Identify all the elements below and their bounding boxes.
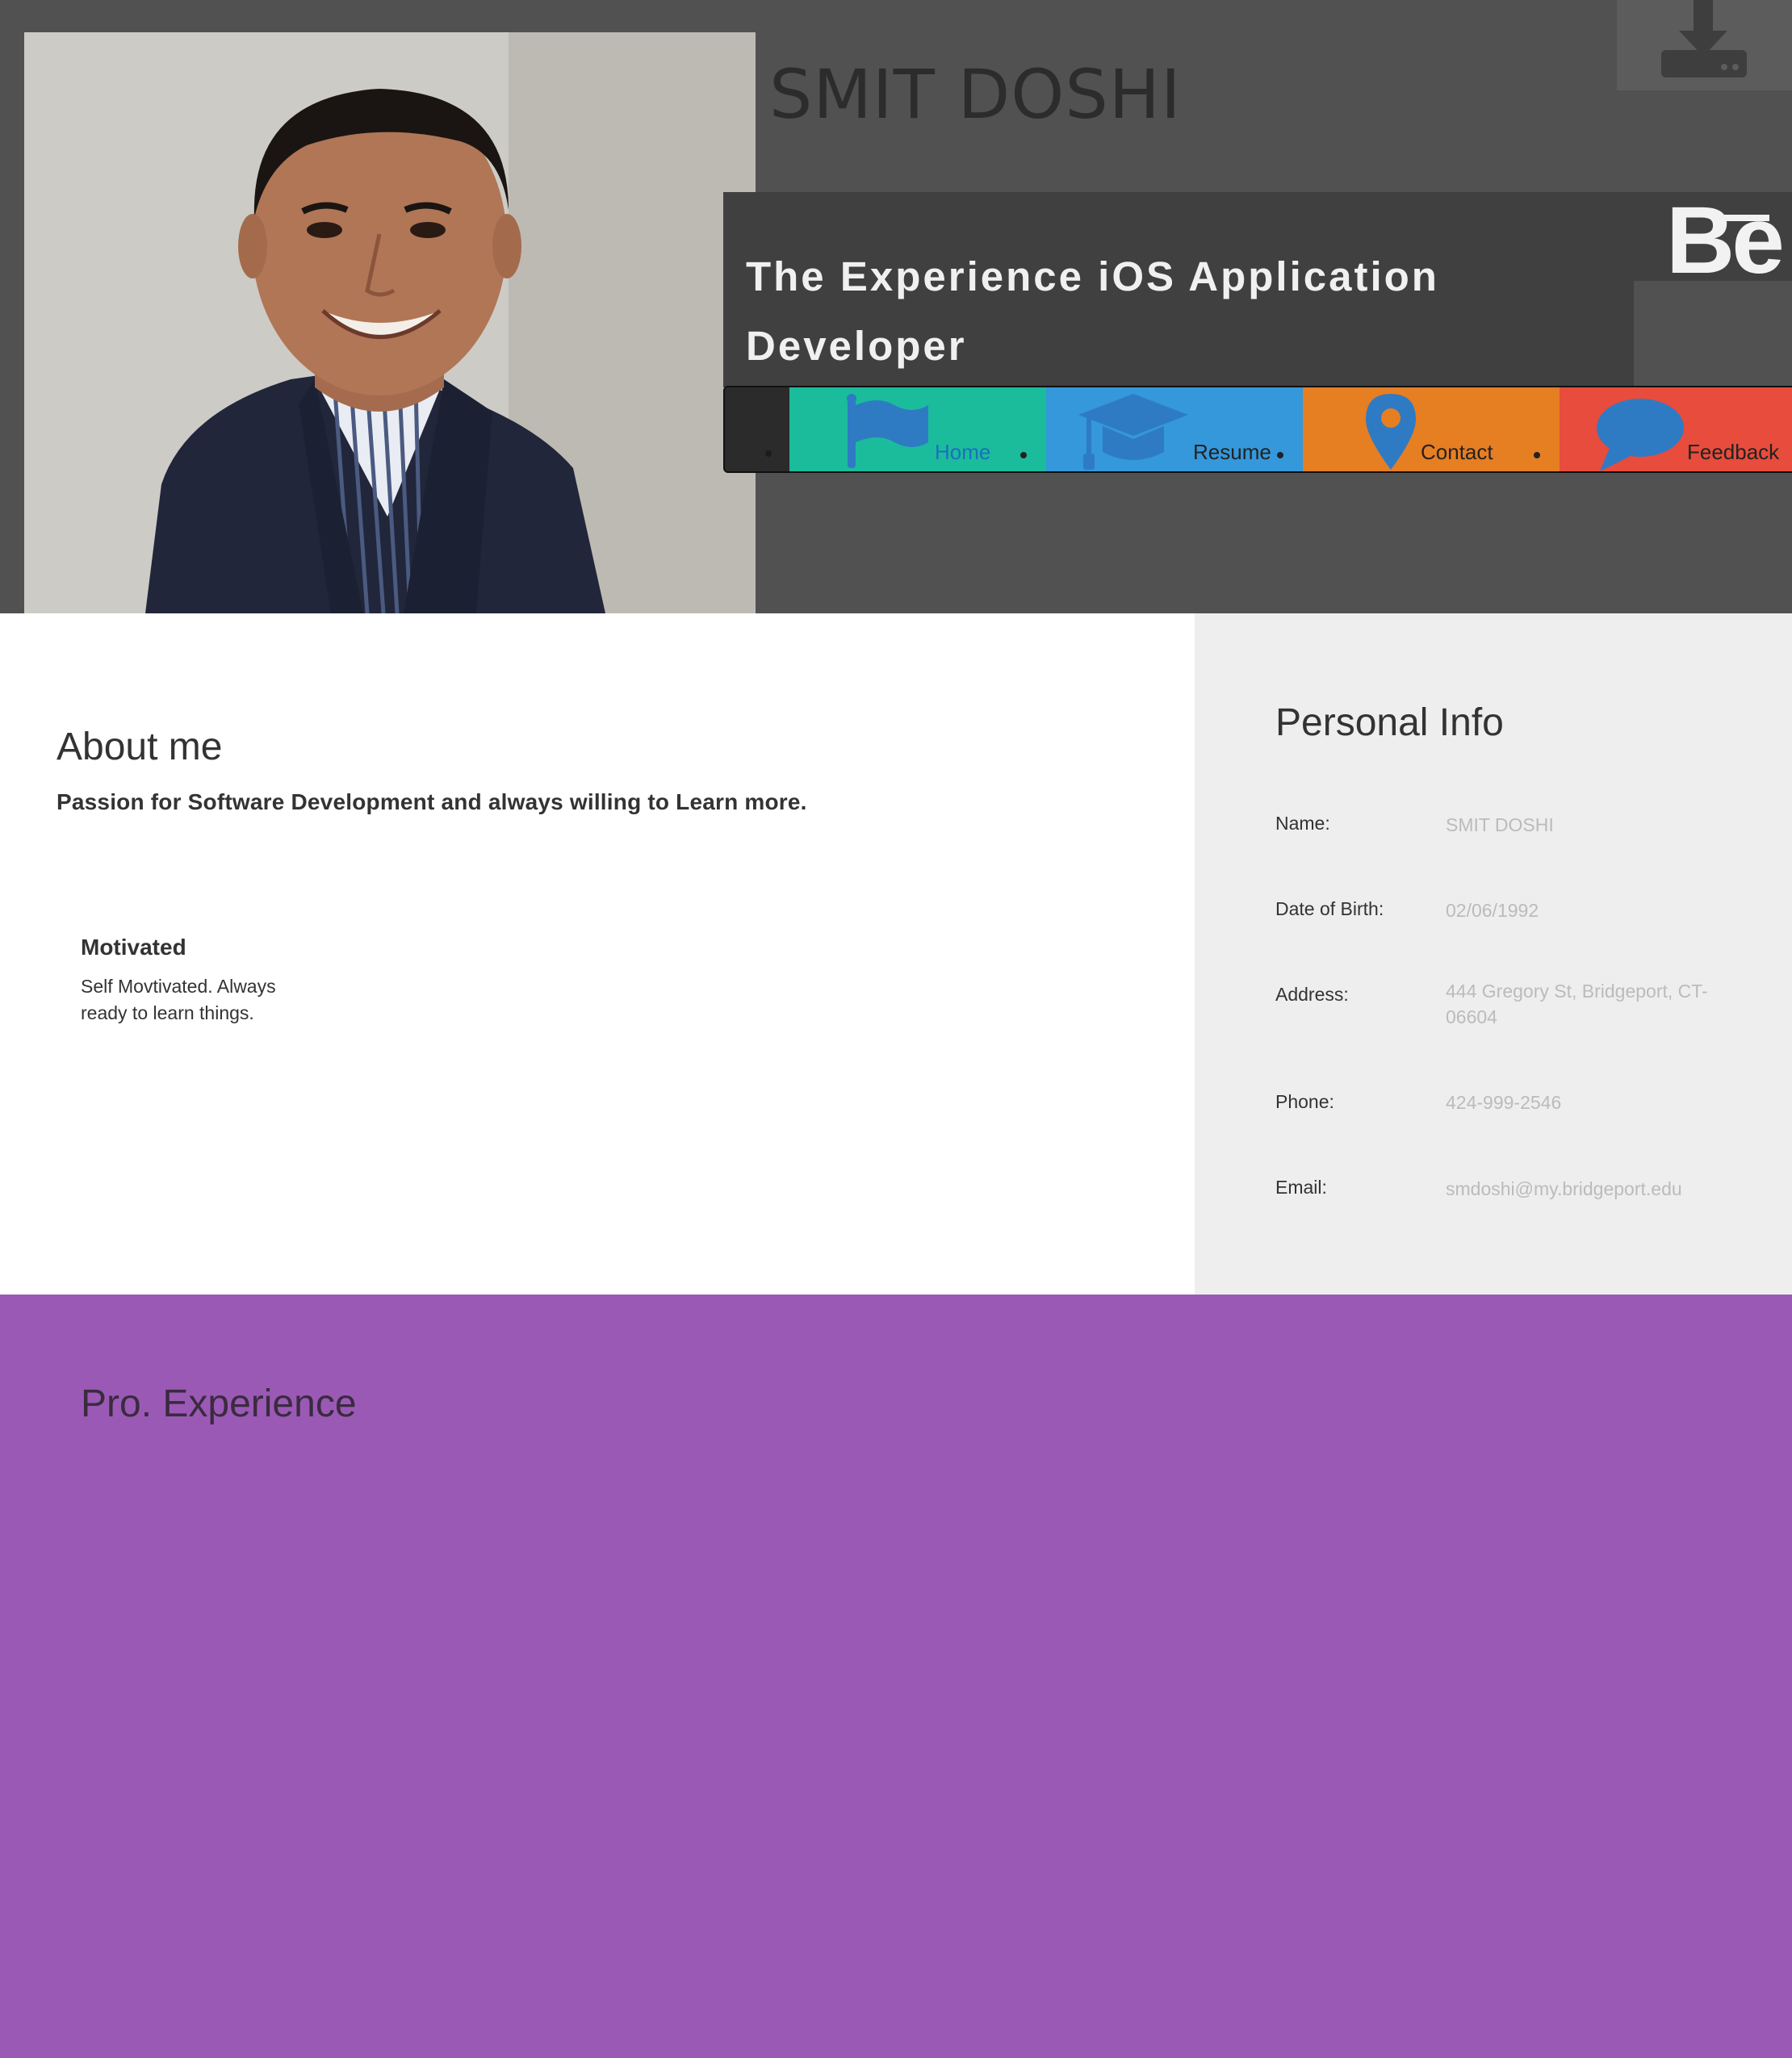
info-value-phone: 424-999-2546 — [1446, 1092, 1562, 1113]
nav-handle-dot — [765, 450, 772, 457]
personal-info-title: Personal Info — [1275, 701, 1504, 744]
header: SMIT DOSHI The Experience iOS Applicatio… — [0, 0, 1792, 613]
info-label-name: Name: — [1275, 813, 1330, 834]
trait-text: Self Movtivated. Always ready to learn t… — [81, 976, 276, 1023]
tagline-box: The Experience iOS Application Developer — [723, 192, 1634, 387]
behance-link[interactable]: Be — [1634, 187, 1792, 294]
nav-item-feedback[interactable]: Feedback — [1560, 387, 1792, 471]
behance-icon: Be — [1666, 187, 1785, 294]
nav-separator-dot — [1534, 452, 1540, 458]
speech-bubble-icon — [1597, 399, 1684, 471]
nav-label-home: Home — [935, 440, 991, 464]
nav-label-resume: Resume — [1193, 440, 1271, 464]
behance-icon-macron — [1723, 215, 1769, 221]
tagline: The Experience iOS Application Developer — [746, 253, 1439, 369]
graduation-cap-icon — [1078, 394, 1188, 470]
nav-item-contact[interactable]: Contact — [1303, 387, 1560, 471]
info-value-email[interactable]: smdoshi@my.bridgeport.edu — [1446, 1176, 1720, 1202]
trait-title: Motivated — [81, 935, 186, 960]
map-marker-icon — [1366, 394, 1416, 470]
info-value-dob: 02/06/1992 — [1446, 900, 1539, 921]
pro-experience-section: Pro. Experience — [0, 1295, 1792, 2058]
profile-name: SMIT DOSHI — [769, 55, 1182, 134]
info-label-address: Address: — [1275, 984, 1349, 1005]
nav-separator-dot — [1020, 452, 1027, 458]
nav-label-contact: Contact — [1421, 440, 1493, 464]
about-subtitle: Passion for Software Development and alw… — [57, 789, 807, 814]
nav-item-home[interactable]: Home — [789, 387, 1046, 471]
about-section: About me Passion for Software Developmen… — [0, 613, 1195, 1295]
info-value-address: 444 Gregory St, Bridgeport, CT-06604 — [1446, 981, 1708, 1027]
info-label-dob: Date of Birth: — [1275, 898, 1384, 919]
info-label-email[interactable]: Email: — [1275, 1177, 1327, 1198]
nav-separator-dot — [1277, 452, 1283, 458]
about-title: About me — [57, 726, 223, 768]
pro-experience-title: Pro. Experience — [81, 1382, 357, 1425]
download-button[interactable] — [1617, 0, 1792, 90]
nav-handle[interactable] — [725, 387, 789, 471]
main-nav: Home Resume Contact Feedback — [723, 386, 1792, 473]
info-value-name: SMIT DOSHI — [1446, 814, 1554, 835]
personal-info-section: Personal Info Name: SMIT DOSHI Date of B… — [1195, 613, 1792, 1295]
info-label-phone: Phone: — [1275, 1091, 1334, 1112]
download-icon — [1661, 0, 1747, 77]
flag-icon — [847, 394, 928, 468]
nav-label-feedback: Feedback — [1687, 440, 1780, 464]
profile-photo — [24, 32, 756, 613]
nav-item-resume[interactable]: Resume — [1046, 387, 1303, 471]
